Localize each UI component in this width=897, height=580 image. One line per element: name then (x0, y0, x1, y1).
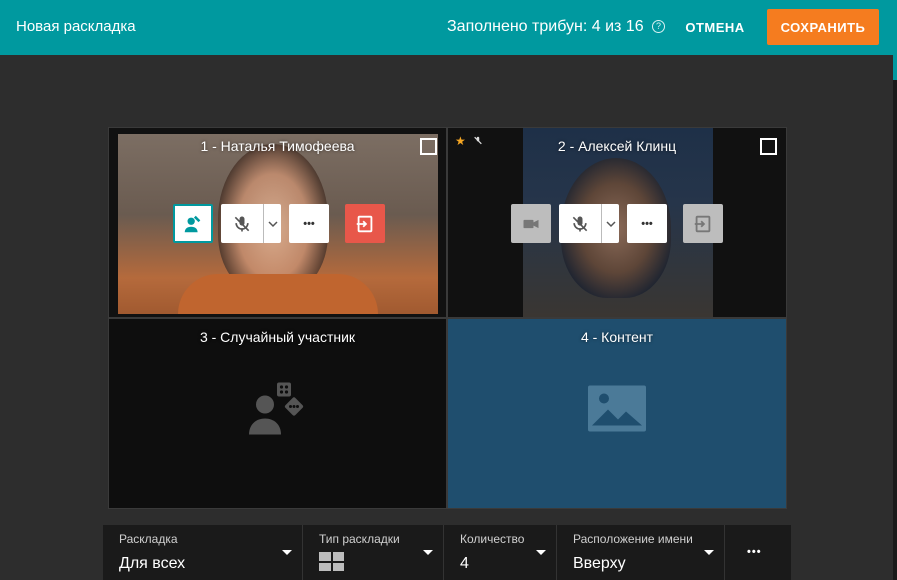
field-label: Количество (460, 532, 525, 546)
layout-type-select[interactable]: Тип раскладки (303, 525, 444, 580)
tile-2[interactable]: ★ 2 - Алексей Клинц ••• (448, 128, 786, 317)
mic-off-icon[interactable] (559, 204, 601, 243)
tile-label: 2 - Алексей Клинц (557, 138, 677, 154)
tile-label: 4 - Контент (580, 329, 654, 345)
settings-bar: Раскладка Для всех Тип раскладки Количес… (103, 525, 791, 580)
remove-from-stand-button[interactable] (345, 204, 385, 243)
dropdown-arrow-icon (282, 550, 292, 555)
layout-select[interactable]: Раскладка Для всех (103, 525, 303, 580)
exit-icon (356, 215, 373, 232)
tile-select-checkbox[interactable] (420, 138, 437, 155)
more-settings-button[interactable]: ••• (725, 525, 791, 580)
mic-split-button[interactable] (221, 204, 281, 243)
field-value: 4 (460, 555, 469, 572)
save-button[interactable]: СОХРАНИТЬ (767, 9, 879, 45)
dropdown-arrow-icon (423, 550, 433, 555)
cancel-button[interactable]: ОТМЕНА (680, 10, 750, 44)
dropdown-arrow-icon (536, 550, 546, 555)
top-bar: Новая раскладка Заполнено трибун: 4 из 1… (0, 0, 897, 55)
camera-button[interactable] (511, 204, 551, 243)
tile-label: 3 - Случайный участник (199, 329, 356, 345)
mic-split-button[interactable] (559, 204, 619, 243)
camera-icon (523, 219, 539, 228)
remove-from-stand-button[interactable] (683, 204, 723, 243)
field-value: Для всех (119, 555, 186, 572)
image-placeholder-icon (588, 385, 646, 437)
window-edge (893, 55, 897, 80)
stands-filled-status: Заполнено трибун: 4 из 16 (447, 18, 644, 35)
dropdown-arrow-icon (704, 550, 714, 555)
field-label: Раскладка (119, 532, 178, 546)
presenter-button[interactable] (173, 204, 213, 243)
grid-layout-icon (319, 552, 344, 571)
tile-label: 1 - Наталья Тимофеева (200, 138, 355, 154)
chevron-down-icon[interactable] (601, 204, 619, 243)
chevron-down-icon[interactable] (263, 204, 281, 243)
more-options-button[interactable]: ••• (627, 204, 667, 243)
more-icon: ••• (747, 546, 762, 558)
random-participant-icon (247, 381, 309, 442)
exit-icon (694, 215, 711, 232)
layout-grid: 1 - Наталья Тимофеева ••• ★ 2 - Алексей … (108, 127, 787, 509)
tile-select-checkbox[interactable] (760, 138, 777, 155)
count-select[interactable]: Количество 4 (444, 525, 557, 580)
field-label: Тип раскладки (319, 532, 400, 546)
tile-4[interactable]: 4 - Контент (448, 319, 786, 508)
field-label: Расположение имени (573, 532, 693, 546)
field-value: Вверху (573, 555, 626, 572)
name-position-select[interactable]: Расположение имени Вверху (557, 525, 725, 580)
scrollbar-track[interactable] (893, 80, 897, 580)
presenter-icon (184, 215, 201, 232)
page-title: Новая раскладка (16, 18, 136, 35)
mic-off-icon[interactable] (221, 204, 263, 243)
tile-3[interactable]: 3 - Случайный участник (109, 319, 446, 508)
more-options-button[interactable]: ••• (289, 204, 329, 243)
tile-1[interactable]: 1 - Наталья Тимофеева ••• (109, 128, 446, 317)
help-icon[interactable]: ? (652, 20, 665, 33)
